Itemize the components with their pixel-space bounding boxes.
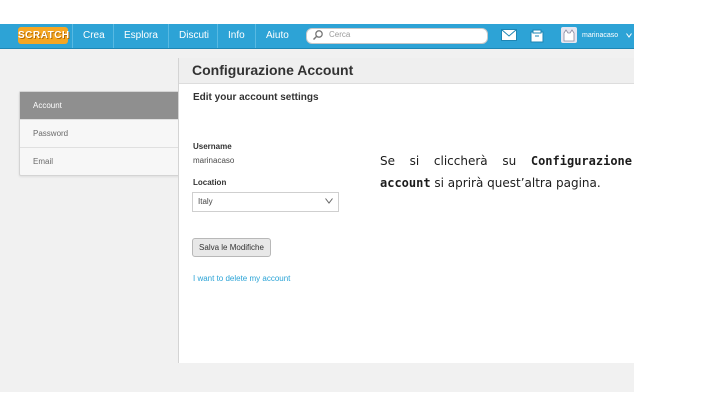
messages-icon[interactable] — [501, 29, 517, 41]
my-stuff-icon[interactable] — [530, 29, 544, 43]
page-title: Configurazione Account — [192, 62, 354, 78]
nav-discuti[interactable]: Discuti — [168, 24, 219, 48]
search-icon — [312, 30, 323, 41]
username-menu[interactable]: marinacaso — [582, 24, 618, 48]
username-label: Username — [193, 142, 232, 151]
panel-header: Configurazione Account — [179, 58, 634, 84]
annotation-text: Se si cliccherà su Configurazione accoun… — [380, 150, 632, 194]
chevron-down-icon — [325, 198, 333, 204]
sidebar-item-account[interactable]: Account — [20, 92, 180, 120]
nav-aiuto[interactable]: Aiuto — [255, 24, 299, 48]
location-select[interactable]: Italy — [192, 192, 339, 212]
annotation-part2: si aprirà quest’altra pagina. — [430, 176, 601, 190]
account-settings-panel: Configurazione Account Edit your account… — [178, 58, 634, 363]
nav-crea[interactable]: Crea — [72, 24, 115, 48]
section-title: Edit your account settings — [193, 92, 319, 103]
avatar[interactable] — [561, 27, 577, 43]
search-input[interactable]: Cerca — [306, 28, 488, 44]
save-button[interactable]: Salva le Modifiche — [192, 238, 271, 257]
top-navigation-bar: SCRATCH Crea Esplora Discuti Info Aiuto … — [0, 24, 634, 49]
chevron-down-icon[interactable] — [626, 33, 632, 38]
sidebar-item-password[interactable]: Password — [20, 120, 180, 148]
cat-avatar-icon — [563, 29, 575, 42]
settings-sidebar: Account Password Email — [19, 91, 181, 176]
nav-info[interactable]: Info — [217, 24, 255, 48]
location-label: Location — [193, 178, 227, 187]
annotation-part1: Se si cliccherà su — [380, 154, 531, 168]
browser-screen: SCRATCH Crea Esplora Discuti Info Aiuto … — [0, 24, 634, 392]
search-placeholder: Cerca — [329, 30, 351, 39]
scratch-logo[interactable]: SCRATCH — [18, 27, 69, 44]
username-value: marinacaso — [193, 156, 235, 165]
nav-esplora[interactable]: Esplora — [113, 24, 168, 48]
sidebar-item-email[interactable]: Email — [20, 148, 180, 175]
delete-account-link[interactable]: I want to delete my account — [193, 274, 290, 283]
location-selected-value: Italy — [198, 197, 213, 206]
